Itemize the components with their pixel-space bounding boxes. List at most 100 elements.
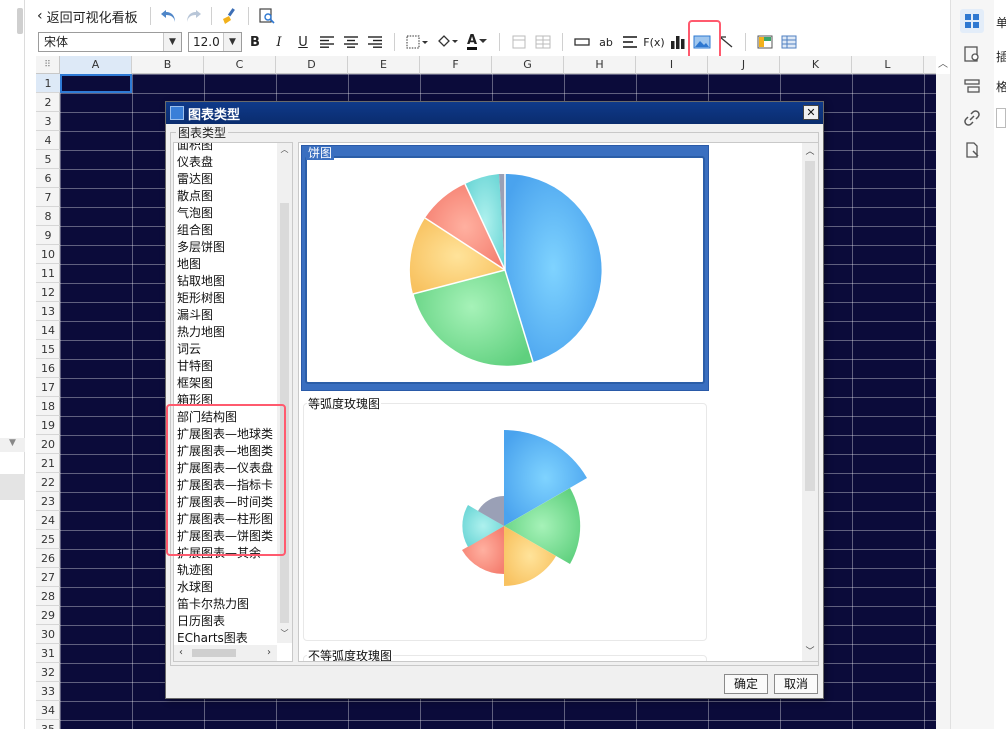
row-header[interactable]: 20 xyxy=(36,435,60,454)
chart-type-item[interactable]: 面积图 xyxy=(177,143,213,154)
row-header[interactable]: 31 xyxy=(36,644,60,663)
table-style-icon[interactable] xyxy=(778,32,800,52)
column-header[interactable]: K xyxy=(780,56,852,74)
chart-type-item[interactable]: 地图 xyxy=(177,256,201,273)
preview-scrollbar[interactable]: ︿ ﹀ xyxy=(802,143,818,661)
scroll-down-icon[interactable]: ﹀ xyxy=(802,645,818,659)
row-header[interactable]: 11 xyxy=(36,264,60,283)
align-right-icon[interactable] xyxy=(364,32,386,52)
row-header[interactable]: 21 xyxy=(36,454,60,473)
chart-type-item[interactable]: 框架图 xyxy=(177,375,213,392)
column-header[interactable]: G xyxy=(492,56,564,74)
chart-type-item[interactable]: 钻取地图 xyxy=(177,273,225,290)
paragraph-icon[interactable] xyxy=(619,32,641,52)
link-icon[interactable] xyxy=(960,106,984,130)
border-icon[interactable] xyxy=(403,32,431,52)
chart-type-item[interactable]: 笛卡尔热力图 xyxy=(177,596,249,613)
select-all-corner[interactable]: ⠿ xyxy=(36,56,60,74)
column-header[interactable]: C xyxy=(204,56,276,74)
row-header[interactable]: 17 xyxy=(36,378,60,397)
align-left-icon[interactable] xyxy=(316,32,338,52)
preview-rose-unequal[interactable]: 不等弧度玫瑰图 xyxy=(301,649,709,661)
chart-type-item[interactable]: 词云 xyxy=(177,341,201,358)
column-header[interactable]: H xyxy=(564,56,636,74)
collapse-arrow-icon[interactable]: ▼ xyxy=(0,438,25,452)
chart-type-item[interactable]: 热力地图 xyxy=(177,324,225,341)
column-header[interactable]: J xyxy=(708,56,780,74)
merge-cells-icon[interactable] xyxy=(508,32,530,52)
underline-button[interactable]: U xyxy=(292,32,314,52)
row-header[interactable]: 24 xyxy=(36,511,60,530)
scroll-up-icon[interactable]: ︿ xyxy=(802,145,818,159)
row-header[interactable]: 33 xyxy=(36,682,60,701)
row-header[interactable]: 34 xyxy=(36,701,60,720)
row-header[interactable]: 19 xyxy=(36,416,60,435)
ok-button[interactable]: 确定 xyxy=(724,674,768,694)
row-header[interactable]: 3 xyxy=(36,112,60,131)
left-panel-tab[interactable] xyxy=(0,474,25,500)
undo-icon[interactable] xyxy=(157,5,181,27)
row-header[interactable]: 16 xyxy=(36,359,60,378)
chart-type-item[interactable]: 漏斗图 xyxy=(177,307,213,324)
row-header[interactable]: 13 xyxy=(36,302,60,321)
column-header[interactable]: L xyxy=(852,56,924,74)
scroll-down-icon[interactable]: ﹀ xyxy=(277,627,292,641)
row-header[interactable]: 18 xyxy=(36,397,60,416)
row-header[interactable]: 29 xyxy=(36,606,60,625)
row-header[interactable]: 28 xyxy=(36,587,60,606)
column-header[interactable]: E xyxy=(348,56,420,74)
bold-button[interactable]: B xyxy=(244,32,266,52)
column-header[interactable]: B xyxy=(132,56,204,74)
align-center-icon[interactable] xyxy=(340,32,362,52)
font-color-icon[interactable]: A xyxy=(463,32,491,52)
chart-type-item[interactable]: 日历图表 xyxy=(177,613,225,630)
row-header[interactable]: 35 xyxy=(36,720,60,729)
dialog-title-bar[interactable]: 图表类型 xyxy=(166,102,823,124)
row-header[interactable]: 30 xyxy=(36,625,60,644)
italic-button[interactable]: I xyxy=(268,32,290,52)
chart-preview-panel[interactable]: 饼图 等弧度玫瑰图 不等弧度玫瑰图 ︿ ﹀ xyxy=(298,142,819,662)
redo-icon[interactable] xyxy=(181,5,205,27)
chevron-down-icon[interactable]: ▼ xyxy=(223,33,241,51)
scroll-thumb[interactable] xyxy=(805,161,815,491)
preview-rose-equal[interactable]: 等弧度玫瑰图 xyxy=(301,397,709,643)
cell-style-icon[interactable] xyxy=(754,32,776,52)
row-header[interactable]: 27 xyxy=(36,568,60,587)
chart-type-item[interactable]: 雷达图 xyxy=(177,171,213,188)
row-header[interactable]: 22 xyxy=(36,473,60,492)
element-settings-icon[interactable] xyxy=(960,42,984,66)
column-header[interactable]: A xyxy=(60,56,132,74)
selected-cell-a1[interactable] xyxy=(60,74,132,93)
right-edge-input[interactable] xyxy=(996,108,1006,128)
formula-button[interactable]: F(x) xyxy=(643,32,665,52)
split-cells-icon[interactable] xyxy=(532,32,554,52)
row-header[interactable]: 15 xyxy=(36,340,60,359)
chart-type-list[interactable]: 面积图 仪表盘 雷达图 散点图 气泡图 组合图 多层饼图 地图 钻取地图 矩形树图 漏斗图 热力地图词… xyxy=(173,142,293,662)
back-button[interactable]: ‹ 返回可视化看板 xyxy=(33,7,144,26)
grid-vertical-scrollbar[interactable] xyxy=(936,74,950,729)
column-header[interactable]: I xyxy=(636,56,708,74)
chart-type-item[interactable]: 散点图 xyxy=(177,188,213,205)
chevron-up-icon[interactable]: ︿ xyxy=(936,56,950,74)
chart-type-item[interactable]: 多层饼图 xyxy=(177,239,225,256)
row-header[interactable]: 26 xyxy=(36,549,60,568)
chart-type-item[interactable]: 水球图 xyxy=(177,579,213,596)
row-header[interactable]: 14 xyxy=(36,321,60,340)
row-header[interactable]: 5 xyxy=(36,150,60,169)
row-header[interactable]: 25 xyxy=(36,530,60,549)
fill-color-icon[interactable] xyxy=(433,32,461,52)
list-horizontal-scrollbar[interactable]: ‹ › xyxy=(174,645,277,661)
scroll-left-icon[interactable]: ‹ xyxy=(174,645,188,661)
row-header[interactable]: 8 xyxy=(36,207,60,226)
cell-properties-icon[interactable] xyxy=(960,9,984,33)
row-header[interactable]: 23 xyxy=(36,492,60,511)
row-header[interactable]: 32 xyxy=(36,663,60,682)
row-header[interactable]: 12 xyxy=(36,283,60,302)
preview-search-icon[interactable] xyxy=(255,5,279,27)
font-family-select[interactable]: 宋体 ▼ xyxy=(38,32,182,52)
row-header[interactable]: 6 xyxy=(36,169,60,188)
text-box-icon[interactable] xyxy=(571,32,593,52)
scroll-up-icon[interactable]: ︿ xyxy=(277,143,292,157)
page-settings-icon[interactable] xyxy=(960,138,984,162)
font-size-select[interactable]: 12.0 ▼ xyxy=(188,32,242,52)
